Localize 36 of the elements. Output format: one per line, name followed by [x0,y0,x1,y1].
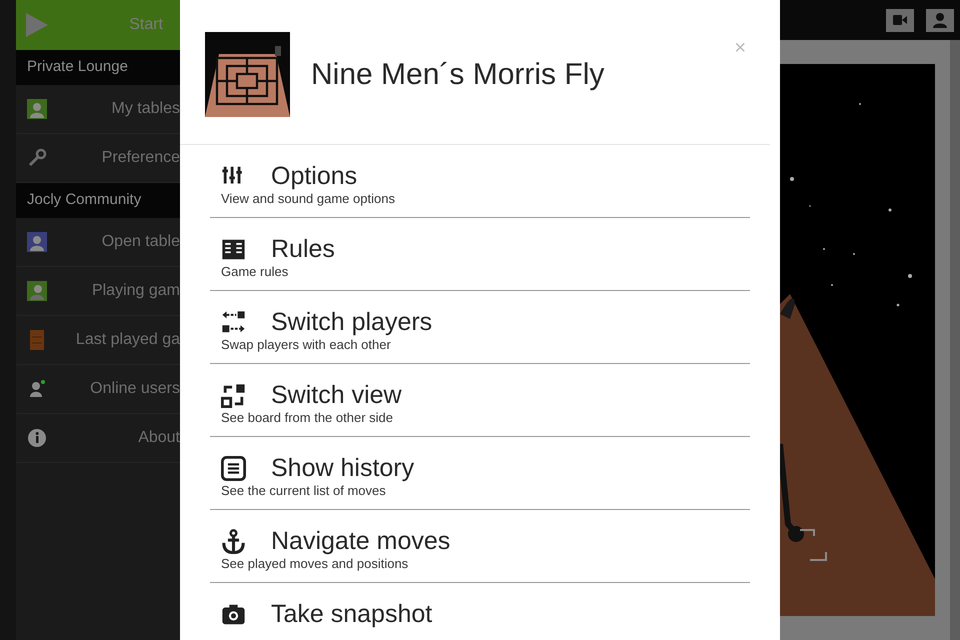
option-description: See the current list of moves [221,483,387,499]
menu-option[interactable]: Switch players [271,307,432,337]
menu-option[interactable]: Take snapshot [271,599,432,629]
menu-item[interactable]: Open table [16,218,180,267]
cabinet-icon [27,330,47,350]
swap-arrows-icon [221,310,246,334]
close-button[interactable]: × [734,38,746,58]
user-icon [27,281,47,301]
menu-item[interactable]: Playing gam [16,267,180,316]
option-description: Swap players with each other [221,337,392,353]
menu-option[interactable]: Switch view [271,380,402,410]
menu-option[interactable]: Navigate moves [271,526,450,556]
option-description: See played moves and positions [221,556,410,572]
option-description: Game rules [221,264,290,280]
anchor-icon [221,528,246,554]
user-button[interactable] [926,8,954,32]
user-icon [27,379,47,399]
user-icon [932,12,948,28]
menu-option[interactable]: Options [271,161,358,191]
section-header: Private Lounge [16,50,180,85]
section-header: Jocly Community [16,183,180,218]
dialog-title: Nine Men´s Morris Fly [311,56,606,92]
play-icon [26,13,48,37]
rotate-arrows-icon [221,382,246,408]
menu-option[interactable]: Rules [271,234,335,264]
video-camera-button[interactable] [886,8,914,32]
menu-item[interactable]: My tables [16,85,180,134]
list-icon [221,456,246,480]
info-icon [27,428,47,448]
user-icon [27,232,47,252]
option-description: See board from the other side [221,410,394,426]
scrollbar[interactable] [950,40,960,640]
option-description: View and sound game options [221,191,396,207]
menu-option[interactable]: Show history [271,453,414,483]
menu-item[interactable]: Last played ga [16,316,180,365]
video-camera-icon [893,15,907,25]
